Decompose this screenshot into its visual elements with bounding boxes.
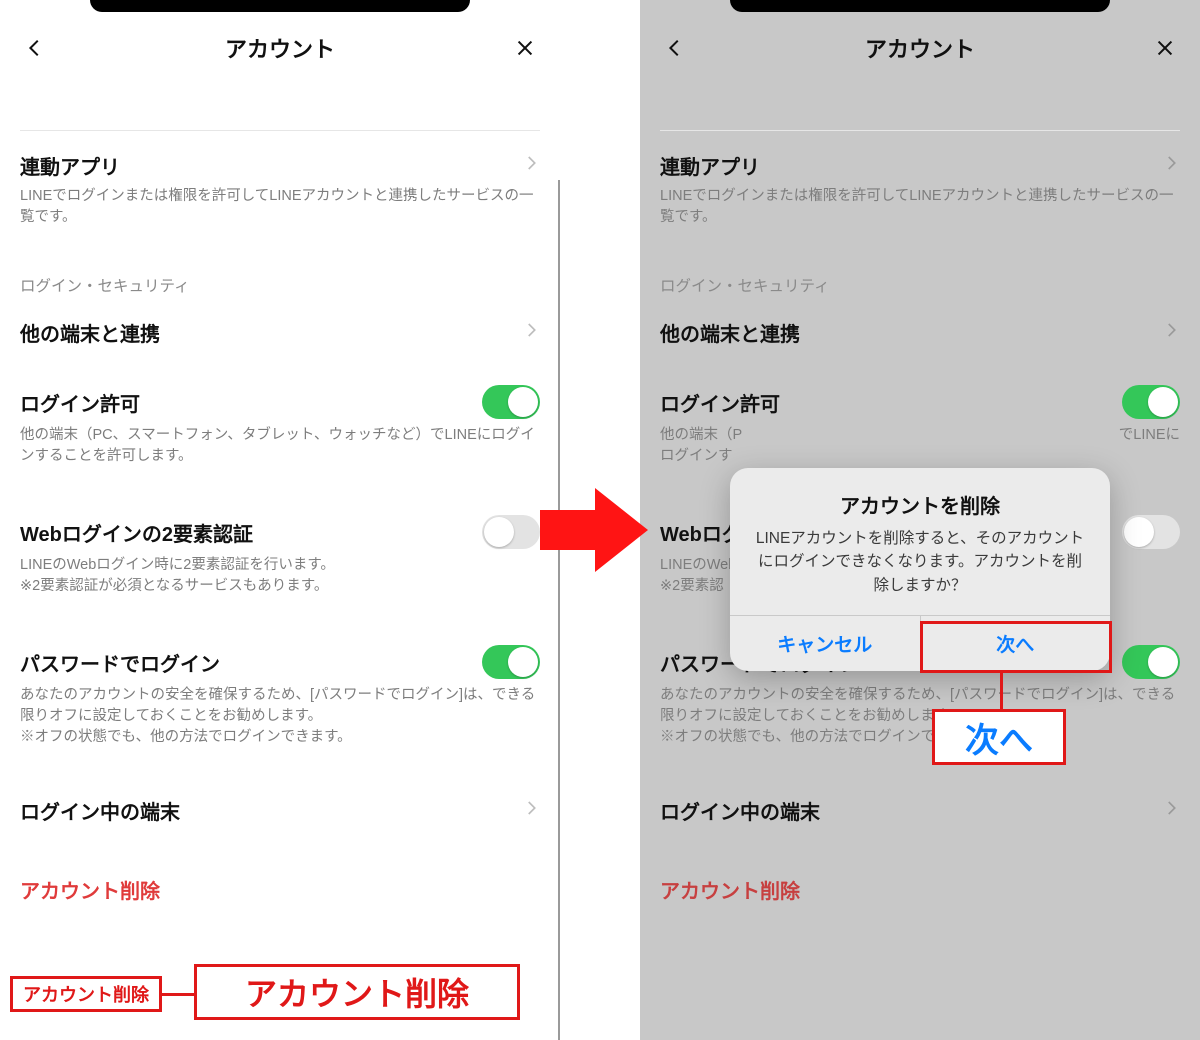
toggle-web-2fa[interactable] [1122, 515, 1180, 549]
header: アカウント [642, 18, 1198, 74]
close-icon [514, 37, 536, 59]
row-desc: あなたのアカウントの安全を確保するため、[パスワードでログイン]は、できる限りオ… [660, 685, 1180, 748]
row-title: 他の端末と連携 [20, 318, 160, 347]
row-title: ログイン中の端末 [660, 796, 820, 825]
phone-left: アカウント 連動アプリ LINEでログインまたは権限を許可してLINEアカウント… [0, 0, 560, 1040]
settings-sheet-dimmed: アカウント 連動アプリ LINEでログインまたは権限を許可してLINEアカウント… [642, 18, 1198, 1038]
close-button[interactable] [510, 33, 540, 63]
chevron-right-icon [1162, 321, 1180, 345]
toggle-login-allow[interactable] [482, 385, 540, 419]
row-other-devices[interactable]: 他の端末と連携 [660, 304, 1180, 353]
row-linked-apps[interactable]: 連動アプリ LINEでログインまたは権限を許可してLINEアカウントと連携したサ… [660, 130, 1180, 234]
row-delete-account[interactable]: アカウント削除 [20, 855, 540, 924]
delete-account-label: アカウント削除 [660, 881, 800, 903]
delete-account-label: アカウント削除 [20, 881, 160, 903]
row-desc: あなたのアカウントの安全を確保するため、[パスワードでログイン]は、できる限りオ… [20, 685, 540, 748]
row-title: ログイン中の端末 [20, 796, 180, 825]
row-title: 連動アプリ [660, 151, 760, 180]
row-logged-in-devices[interactable]: ログイン中の端末 [20, 782, 540, 831]
annotation-next-big: 次へ [932, 709, 1066, 765]
chevron-right-icon [522, 154, 540, 178]
row-other-devices[interactable]: 他の端末と連携 [20, 304, 540, 353]
settings-sheet: アカウント 連動アプリ LINEでログインまたは権限を許可してLINEアカウント… [2, 18, 558, 1038]
toggle-password-login[interactable] [1122, 645, 1180, 679]
toggle-web-2fa[interactable] [482, 515, 540, 549]
row-title: 他の端末と連携 [660, 318, 800, 347]
row-title: 連動アプリ [20, 151, 120, 180]
status-bar [90, 0, 470, 12]
row-desc: 他の端末（PC、スマートフォン、タブレット、ウォッチなど）でLINEにログインす… [20, 425, 540, 467]
highlight-next-button [920, 621, 1112, 673]
alert-message: LINEアカウントを削除すると、そのアカウントにログインできなくなります。アカウ… [752, 527, 1088, 597]
row-title: Webログインの2要素認証 [20, 518, 253, 547]
annotation-delete-small: アカウント削除 [10, 976, 162, 1012]
row-login-allow: ログイン許可 他の端末（PC、スマートフォン、タブレット、ウォッチなど）でLIN… [20, 371, 540, 473]
chevron-left-icon [24, 37, 46, 59]
back-button[interactable] [20, 33, 50, 63]
section-label-login-security: ログイン・セキュリティ [20, 274, 540, 296]
close-icon [1154, 37, 1176, 59]
row-logged-in-devices[interactable]: ログイン中の端末 [660, 782, 1180, 831]
row-web-2fa: Webログインの2要素認証 LINEのWebログイン時に2要素認証を行います。 … [20, 501, 540, 603]
toggle-login-allow[interactable] [1122, 385, 1180, 419]
chevron-right-icon [1162, 799, 1180, 823]
arrow-icon [540, 480, 650, 580]
section-label-login-security: ログイン・セキュリティ [660, 274, 1180, 296]
status-bar [730, 0, 1110, 12]
chevron-right-icon [1162, 154, 1180, 178]
row-title: パスワードでログイン [20, 648, 220, 677]
row-title: ログイン許可 [660, 388, 780, 417]
row-desc: 他の端末（P でLINEに ログインす [660, 425, 1180, 467]
chevron-left-icon [664, 37, 686, 59]
alert-title: アカウントを削除 [752, 490, 1088, 519]
row-linked-apps[interactable]: 連動アプリ LINEでログインまたは権限を許可してLINEアカウントと連携したサ… [20, 130, 540, 234]
chevron-right-icon [522, 321, 540, 345]
row-title: ログイン許可 [20, 388, 140, 417]
page-title: アカウント [225, 32, 335, 64]
chevron-right-icon [522, 799, 540, 823]
annotation-connector-v [1000, 673, 1003, 709]
row-delete-account[interactable]: アカウント削除 [660, 855, 1180, 924]
row-login-allow: ログイン許可 他の端末（P でLINEに ログインす [660, 371, 1180, 473]
close-button[interactable] [1150, 33, 1180, 63]
toggle-password-login[interactable] [482, 645, 540, 679]
row-desc: LINEでログインまたは権限を許可してLINEアカウントと連携したサービスの一覧… [20, 186, 540, 228]
page-title: アカウント [865, 32, 975, 64]
phone-right: アカウント 連動アプリ LINEでログインまたは権限を許可してLINEアカウント… [640, 0, 1200, 1040]
alert-cancel-button[interactable]: キャンセル [730, 616, 920, 671]
back-button[interactable] [660, 33, 690, 63]
row-password-login: パスワードでログイン あなたのアカウントの安全を確保するため、[パスワードでログ… [20, 631, 540, 754]
annotation-delete-big: アカウント削除 [194, 964, 520, 1020]
header: アカウント [2, 18, 558, 74]
annotation-connector [162, 993, 194, 996]
row-desc: LINEでログインまたは権限を許可してLINEアカウントと連携したサービスの一覧… [660, 186, 1180, 228]
row-desc: LINEのWebログイン時に2要素認証を行います。 ※2要素認証が必須となるサー… [20, 555, 540, 597]
